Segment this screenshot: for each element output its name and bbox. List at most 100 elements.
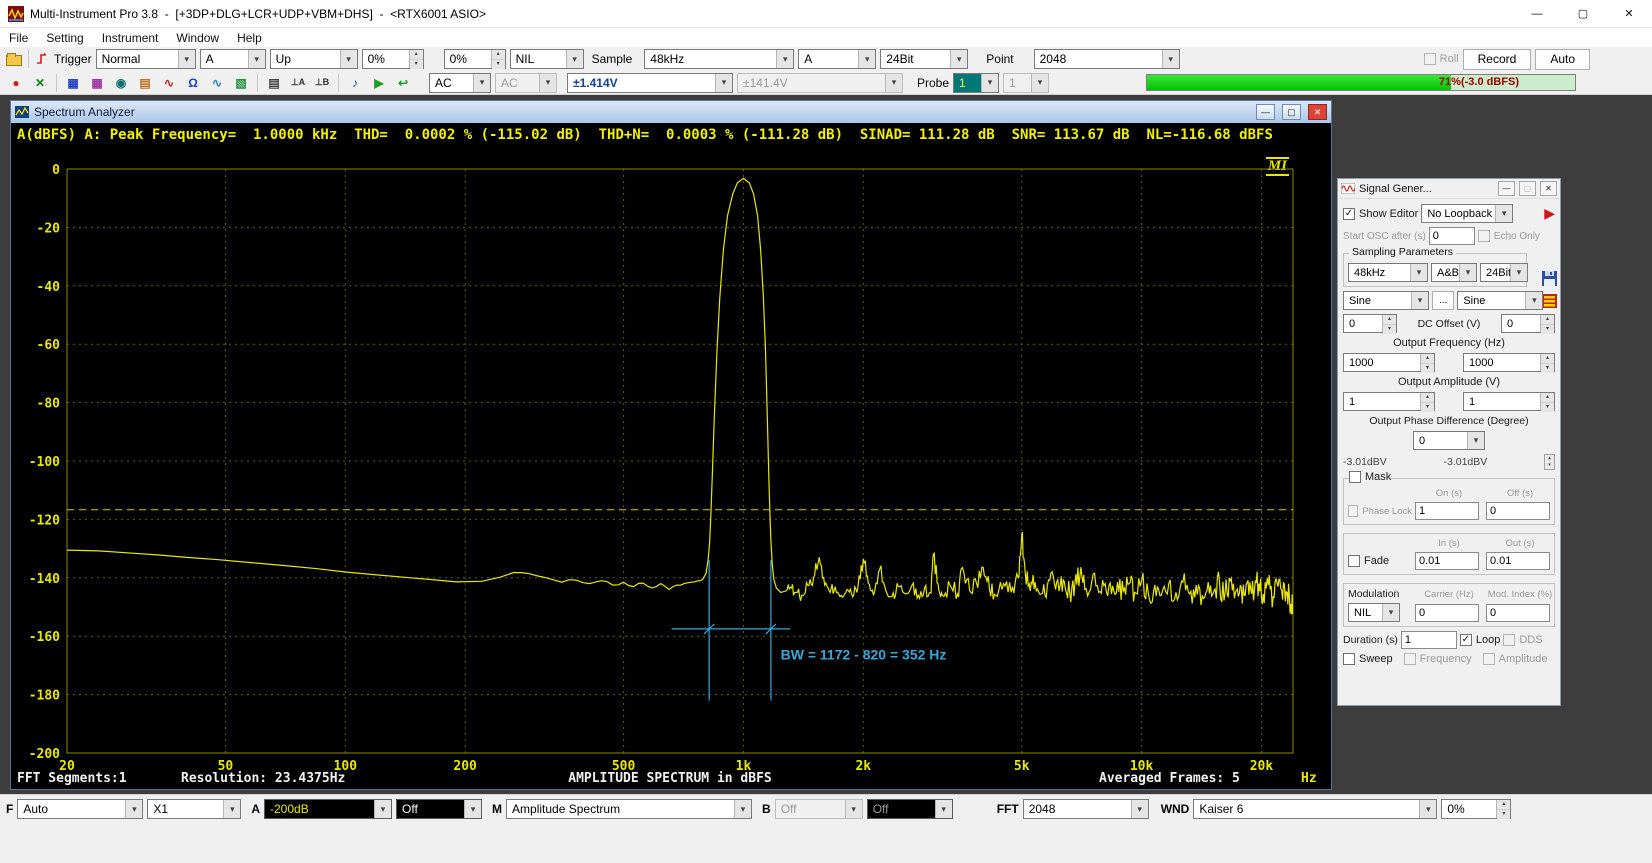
trigger-source-select[interactable]: A: [200, 49, 266, 69]
mask-off-input[interactable]: 0: [1486, 502, 1550, 520]
trigger-mode-select[interactable]: Normal: [96, 49, 196, 69]
sample-channel-select[interactable]: A: [798, 49, 876, 69]
fade-in-input[interactable]: 0.01: [1415, 552, 1479, 570]
range-a-display-select[interactable]: -200dB: [264, 799, 392, 819]
minimize-icon[interactable]: —: [1514, 0, 1560, 27]
close-icon[interactable]: ✕: [1606, 0, 1652, 27]
gen-sample-rate-select[interactable]: 48kHz: [1348, 263, 1428, 282]
gen-channels-select[interactable]: A&B: [1431, 263, 1477, 282]
menu-window[interactable]: Window: [167, 30, 228, 46]
probe-b-select[interactable]: 1: [1003, 73, 1049, 93]
menu-help[interactable]: Help: [228, 30, 271, 46]
spin-up-icon[interactable]: ▴: [410, 50, 423, 60]
spin-down-icon[interactable]: ▾: [1541, 403, 1554, 412]
zoom-select[interactable]: X1: [147, 799, 241, 819]
wave-more-button[interactable]: ...: [1432, 291, 1454, 310]
roll-checkbox[interactable]: Roll: [1424, 53, 1459, 65]
hpf-select[interactable]: NIL: [510, 49, 584, 69]
speaker-icon[interactable]: ♪: [345, 74, 365, 92]
b-extra-select[interactable]: Off: [867, 799, 953, 819]
show-editor-checkbox[interactable]: Show Editor: [1343, 208, 1418, 220]
run-icon[interactable]: ●: [6, 74, 26, 92]
child-restore-icon[interactable]: ▢: [1282, 104, 1301, 120]
probe-a-select[interactable]: 1: [953, 73, 999, 93]
device-test-plan-icon[interactable]: ▧: [231, 74, 251, 92]
points-select[interactable]: 2048: [1034, 49, 1180, 69]
multimeter-icon[interactable]: ◉: [111, 74, 131, 92]
loopback-icon[interactable]: ↩: [393, 74, 413, 92]
dds-checkbox[interactable]: DDS: [1503, 634, 1542, 646]
mask-checkbox[interactable]: Mask: [1349, 471, 1391, 483]
modulation-type-select[interactable]: NIL: [1348, 603, 1400, 622]
dc-b-spinner[interactable]: 0▴▾: [1501, 314, 1555, 333]
spin-down-icon[interactable]: ▾: [1545, 462, 1554, 469]
echo-only-checkbox[interactable]: Echo Only: [1478, 230, 1540, 242]
menu-file[interactable]: File: [0, 30, 37, 46]
spin-up-icon[interactable]: ▴: [1541, 315, 1554, 325]
bit-depth-select[interactable]: 24Bit: [880, 49, 968, 69]
child-close-icon[interactable]: ✕: [1308, 104, 1327, 120]
child-minimize-icon[interactable]: —: [1256, 104, 1275, 120]
range-b-select[interactable]: ±141.4V: [737, 73, 903, 93]
sample-rate-select[interactable]: 48kHz: [644, 49, 794, 69]
auto-button[interactable]: Auto: [1535, 49, 1590, 70]
save-icon[interactable]: [1542, 271, 1557, 286]
spin-up-icon[interactable]: ▴: [1383, 315, 1396, 325]
start-output-icon[interactable]: ▶: [1544, 205, 1555, 222]
gen-bits-select[interactable]: 24Bit: [1480, 263, 1528, 282]
spin-down-icon[interactable]: ▾: [1421, 364, 1434, 373]
coupling-b-select[interactable]: AC: [495, 73, 557, 93]
function-list-icon[interactable]: [1542, 294, 1557, 308]
spectrum-analyzer-icon[interactable]: ▦: [87, 74, 107, 92]
wave-b-select[interactable]: Sine: [1457, 291, 1543, 310]
spectrum-chart[interactable]: 0-20-40-60-80-100-120-140-160-180-200205…: [11, 147, 1327, 777]
spin-down-icon[interactable]: ▾: [1383, 325, 1396, 334]
stop-icon[interactable]: ✕: [30, 74, 50, 92]
label-a-icon[interactable]: ⊥A: [288, 74, 308, 92]
spin-up-icon[interactable]: ▴: [1421, 393, 1434, 403]
amp-b-spinner[interactable]: 1▴▾: [1463, 392, 1555, 411]
record-button[interactable]: Record: [1463, 49, 1532, 70]
trigger-level-spinner[interactable]: 0%▴▾: [362, 49, 424, 69]
derived-data-logger-icon[interactable]: ∿: [207, 74, 227, 92]
label-b-icon[interactable]: ⊥B: [312, 74, 332, 92]
spectrum-title-bar[interactable]: Spectrum Analyzer — ▢ ✕: [11, 101, 1331, 123]
a-extra-select[interactable]: Off: [396, 799, 482, 819]
freq-b-spinner[interactable]: 1000▴▾: [1463, 353, 1555, 372]
siggen-maximize-icon[interactable]: ▢: [1519, 181, 1536, 196]
duration-input[interactable]: 1: [1401, 631, 1457, 649]
play-icon[interactable]: ▶: [369, 74, 389, 92]
oscilloscope-icon[interactable]: ▦: [63, 74, 83, 92]
dbv-spinner[interactable]: ▴▾: [1544, 454, 1555, 470]
spin-up-icon[interactable]: ▴: [1541, 393, 1554, 403]
spin-down-icon[interactable]: ▾: [1497, 810, 1510, 819]
view-mode-select[interactable]: Auto: [17, 799, 143, 819]
range-a-select[interactable]: ±1.414V: [567, 73, 733, 93]
wave-a-select[interactable]: Sine: [1343, 291, 1429, 310]
siggen-minimize-icon[interactable]: —: [1498, 181, 1515, 196]
spin-up-icon[interactable]: ▴: [1421, 354, 1434, 364]
fade-checkbox[interactable]: Fade: [1348, 555, 1412, 567]
coupling-a-select[interactable]: AC: [429, 73, 491, 93]
trigger-edge-select[interactable]: Up: [270, 49, 358, 69]
spin-down-icon[interactable]: ▾: [1541, 325, 1554, 334]
fft-points-select[interactable]: 2048: [1023, 799, 1149, 819]
loop-checkbox[interactable]: Loop: [1460, 634, 1500, 646]
trigger-delay-spinner[interactable]: 0%▴▾: [444, 49, 506, 69]
loopback-select[interactable]: No Loopback: [1421, 204, 1513, 223]
open-file-icon[interactable]: [6, 55, 22, 66]
carrier-input[interactable]: 0: [1415, 604, 1479, 622]
printer-icon[interactable]: ▤: [264, 74, 284, 92]
spin-down-icon[interactable]: ▾: [492, 60, 505, 69]
overlap-spinner[interactable]: 0%▴▾: [1441, 799, 1511, 819]
siggen-close-icon[interactable]: ✕: [1540, 181, 1557, 196]
amp-a-spinner[interactable]: 1▴▾: [1343, 392, 1435, 411]
menu-instrument[interactable]: Instrument: [93, 30, 168, 46]
sweep-checkbox[interactable]: Sweep: [1343, 653, 1393, 665]
spin-down-icon[interactable]: ▾: [410, 60, 423, 69]
b-range-select[interactable]: Off: [775, 799, 863, 819]
maximize-icon[interactable]: ▢: [1560, 0, 1606, 27]
window-function-select[interactable]: Kaiser 6: [1193, 799, 1437, 819]
siggen-title-bar[interactable]: Signal Gener... — ▢ ✕: [1338, 179, 1560, 199]
mod-index-input[interactable]: 0: [1486, 604, 1550, 622]
